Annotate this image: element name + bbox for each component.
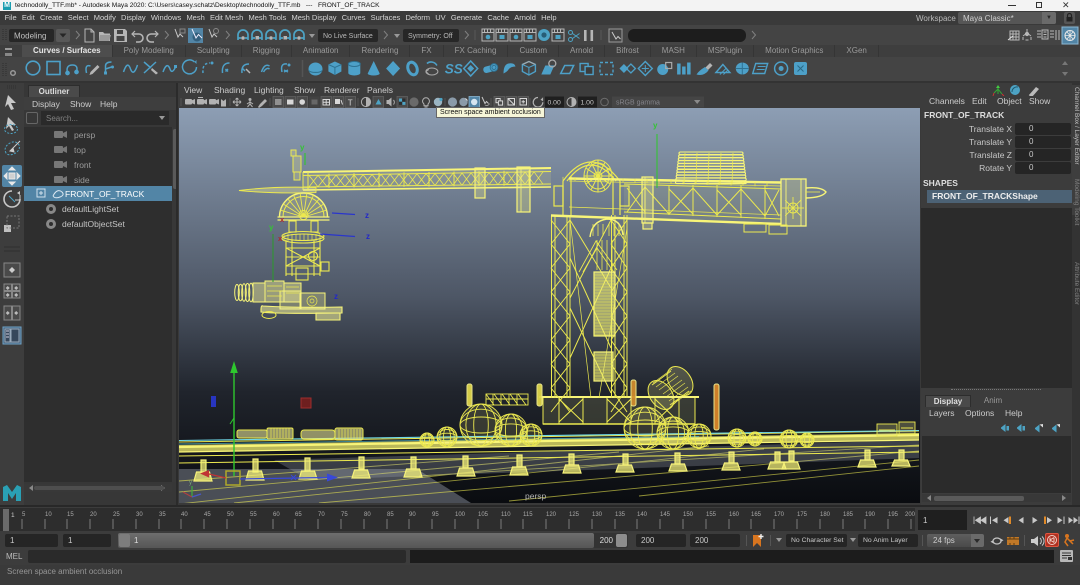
svg-text:90: 90 [409, 512, 416, 518]
svg-text:70: 70 [318, 512, 325, 518]
svg-text:180: 180 [820, 512, 831, 518]
svg-text:y: y [269, 223, 274, 232]
svg-text:45: 45 [204, 512, 211, 518]
svg-text:25: 25 [113, 512, 120, 518]
svg-text:15: 15 [67, 512, 74, 518]
svg-text:1: 1 [923, 516, 928, 525]
svg-text:155: 155 [706, 512, 717, 518]
svg-text:65: 65 [295, 512, 302, 518]
svg-text:Modeling: Modeling [14, 32, 46, 41]
svg-text:140: 140 [637, 512, 648, 518]
svg-text:185: 185 [843, 512, 854, 518]
svg-text:200: 200 [905, 512, 916, 518]
svg-text:120: 120 [546, 512, 557, 518]
svg-text:55: 55 [250, 512, 257, 518]
svg-text:135: 135 [615, 512, 626, 518]
svg-text:150: 150 [683, 512, 694, 518]
svg-text:40: 40 [181, 512, 188, 518]
svg-text:Symmetry: Off: Symmetry: Off [408, 33, 453, 40]
svg-text:SS: SS [445, 62, 463, 77]
svg-text:y: y [300, 143, 305, 152]
svg-text:190: 190 [865, 512, 876, 518]
svg-text:145: 145 [660, 512, 671, 518]
svg-text:125: 125 [569, 512, 580, 518]
svg-text:sRGB gamma: sRGB gamma [616, 100, 660, 107]
svg-text:95: 95 [432, 512, 439, 518]
svg-text:1.00: 1.00 [581, 100, 594, 107]
svg-text:105: 105 [478, 512, 489, 518]
svg-text:30: 30 [136, 512, 143, 518]
svg-text:60: 60 [273, 512, 280, 518]
svg-text:z: z [366, 232, 370, 241]
svg-text:175: 175 [797, 512, 808, 518]
svg-text:110: 110 [501, 512, 511, 518]
svg-text:No Live Surface: No Live Surface [323, 33, 373, 40]
svg-text:85: 85 [387, 512, 394, 518]
svg-text:170: 170 [774, 512, 785, 518]
svg-text:50: 50 [227, 512, 234, 518]
svg-text:0.00: 0.00 [548, 100, 561, 107]
svg-text:10: 10 [45, 512, 52, 518]
svg-text:z: z [365, 211, 369, 220]
svg-text:195: 195 [888, 512, 899, 518]
svg-text:80: 80 [364, 512, 371, 518]
svg-text:115: 115 [523, 512, 533, 518]
svg-text:T: T [348, 99, 353, 108]
svg-text:z: z [334, 292, 338, 301]
svg-text:130: 130 [592, 512, 603, 518]
svg-text:165: 165 [751, 512, 762, 518]
svg-text:y: y [189, 480, 192, 486]
svg-text:20: 20 [90, 512, 97, 518]
svg-text:1: 1 [11, 512, 15, 519]
svg-text:160: 160 [729, 512, 740, 518]
svg-text:y: y [653, 121, 658, 130]
svg-text:75: 75 [341, 512, 348, 518]
svg-text:35: 35 [159, 512, 166, 518]
svg-text:100: 100 [455, 512, 466, 518]
svg-text:persp: persp [525, 491, 547, 501]
